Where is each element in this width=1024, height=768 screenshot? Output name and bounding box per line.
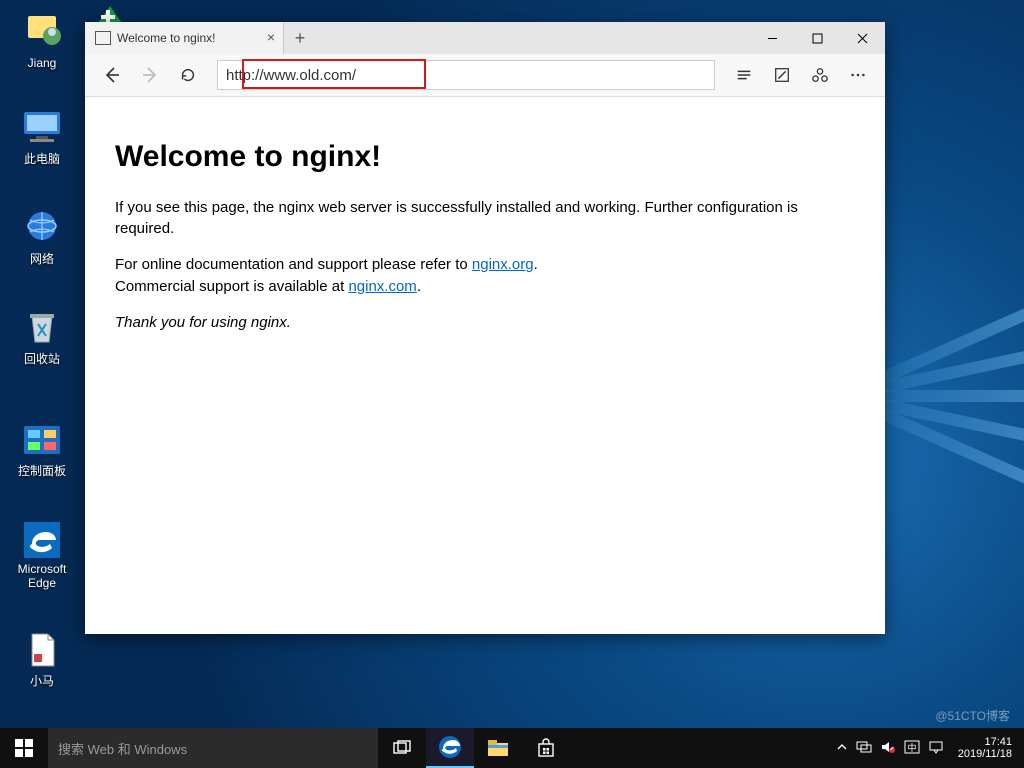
back-button[interactable] (95, 58, 129, 92)
desktop-icon-label: 控制面板 (10, 462, 74, 479)
start-button[interactable] (0, 728, 48, 768)
watermark: @51CTO博客 (935, 707, 1010, 724)
page-content: Welcome to nginx! If you see this page, … (85, 97, 885, 367)
taskbar-app-store[interactable] (522, 728, 570, 768)
desktop-icon-label: Jiang (10, 56, 74, 70)
taskbar-app-edge[interactable] (426, 728, 474, 768)
taskbar-search[interactable]: 搜索 Web 和 Windows (48, 728, 378, 768)
link-nginx-org[interactable]: nginx.org (472, 256, 534, 273)
tray-ime-icon[interactable]: 中 (904, 740, 920, 757)
window-close-button[interactable] (840, 22, 885, 54)
system-tray: 中 17:41 2019/11/18 (830, 728, 1024, 768)
tab-title: Welcome to nginx! (117, 31, 216, 45)
desktop-icon-label: Microsoft Edge (10, 562, 74, 590)
desktop-icon-this-pc[interactable]: 此电脑 (10, 108, 74, 167)
browser-toolbar: http://www.old.com/ (85, 54, 885, 97)
refresh-button[interactable] (171, 58, 205, 92)
desktop-icon-control-panel[interactable]: 控制面板 (10, 420, 74, 479)
tray-volume-icon[interactable] (880, 740, 896, 757)
browser-window: Welcome to nginx! × + http://www.old.com… (85, 22, 885, 634)
desktop-icon-label: 网络 (10, 250, 74, 267)
tray-notifications-icon[interactable] (928, 740, 944, 757)
page-paragraph: For online documentation and support ple… (115, 254, 855, 298)
desktop-icon-edge[interactable]: Microsoft Edge (10, 520, 74, 590)
more-button[interactable] (841, 58, 875, 92)
address-bar[interactable]: http://www.old.com/ (217, 60, 715, 90)
page-paragraph: If you see this page, the nginx web serv… (115, 197, 855, 241)
task-view-button[interactable] (378, 728, 426, 768)
share-button[interactable] (803, 58, 837, 92)
tray-network-icon[interactable] (856, 740, 872, 757)
svg-text:中: 中 (907, 742, 916, 753)
desktop-icon-label: 小马 (10, 672, 74, 689)
link-nginx-com[interactable]: nginx.com (348, 278, 416, 295)
desktop-icon-network[interactable]: 网络 (10, 208, 74, 267)
url-text: http://www.old.com/ (226, 67, 356, 84)
browser-tab[interactable]: Welcome to nginx! × (85, 22, 284, 54)
tray-clock[interactable]: 17:41 2019/11/18 (952, 736, 1018, 760)
desktop-icon-user[interactable]: Jiang (10, 14, 74, 70)
window-maximize-button[interactable] (795, 22, 840, 54)
window-minimize-button[interactable] (750, 22, 795, 54)
reading-view-button[interactable] (727, 58, 761, 92)
page-icon (95, 31, 111, 45)
tab-close-button[interactable]: × (267, 30, 275, 44)
taskbar-app-explorer[interactable] (474, 728, 522, 768)
titlebar[interactable]: Welcome to nginx! × + (85, 22, 885, 54)
new-tab-button[interactable]: + (284, 22, 316, 54)
forward-button[interactable] (133, 58, 167, 92)
desktop-icon-recycle-bin[interactable]: 回收站 (10, 308, 74, 367)
page-heading: Welcome to nginx! (115, 135, 855, 179)
desktop-icon-label: 此电脑 (10, 150, 74, 167)
desktop-icon-label: 回收站 (10, 350, 74, 367)
tray-chevron-icon[interactable] (836, 741, 848, 756)
tray-time: 17:41 (958, 736, 1012, 748)
tray-date: 2019/11/18 (958, 748, 1012, 760)
search-placeholder: 搜索 Web 和 Windows (58, 739, 187, 758)
page-thanks: Thank you for using nginx. (115, 314, 291, 331)
taskbar: 搜索 Web 和 Windows 中 17:41 2019/11/18 (0, 728, 1024, 768)
desktop-icon-file[interactable]: 小马 (10, 630, 74, 689)
notes-button[interactable] (765, 58, 799, 92)
